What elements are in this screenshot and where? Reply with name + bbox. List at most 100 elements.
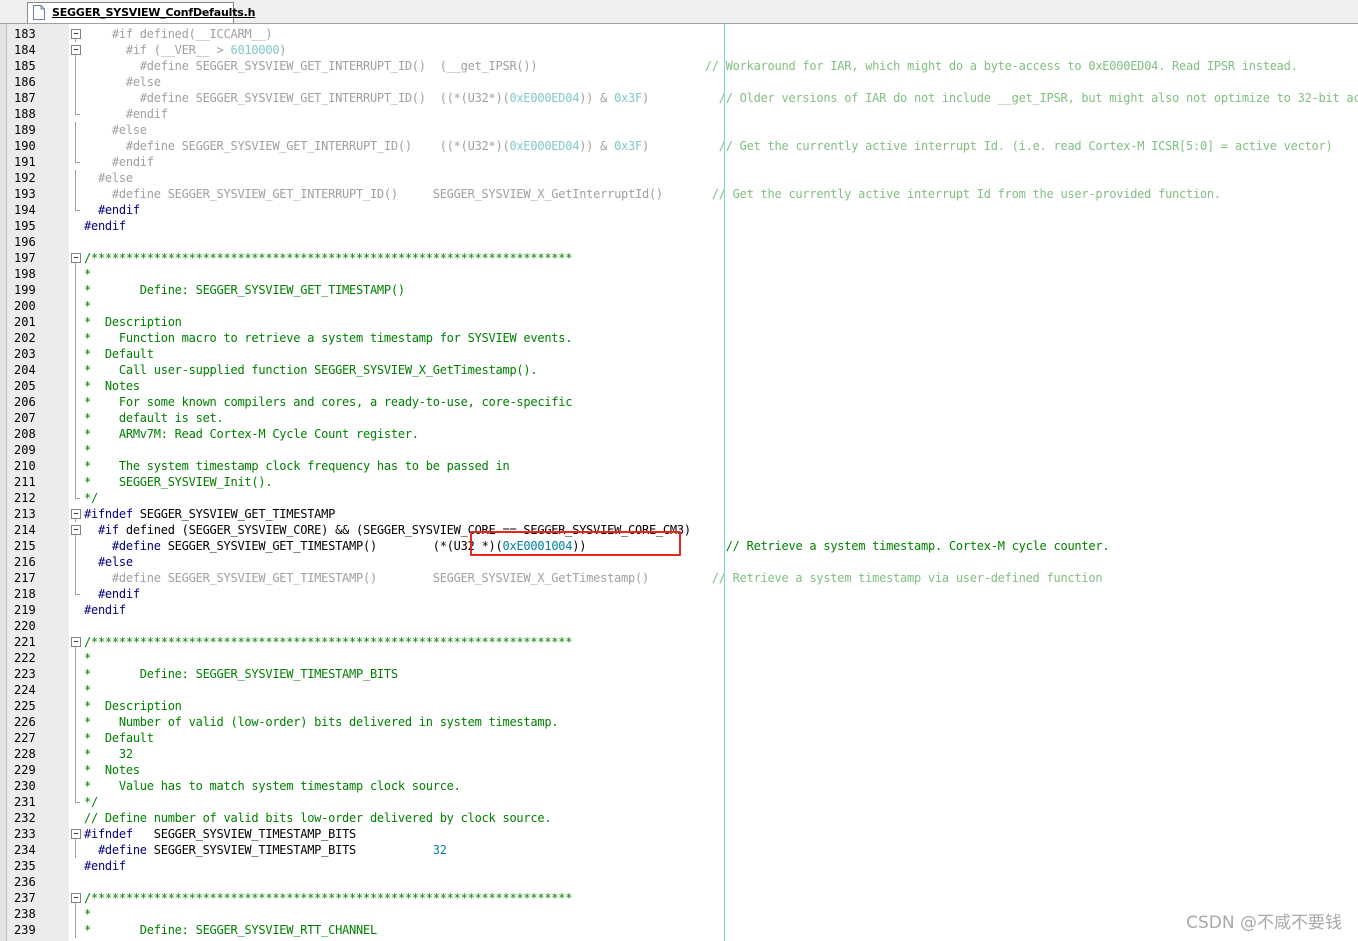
fold-guide	[70, 362, 84, 378]
code-token: // Older versions of IAR do not include …	[718, 91, 1358, 105]
code-line[interactable]: 203 * Default	[0, 346, 1358, 362]
code-line[interactable]: 192 #else	[0, 170, 1358, 186]
code-line[interactable]: 186 #else	[0, 74, 1358, 90]
code-line[interactable]: 231 */	[0, 794, 1358, 810]
code-line[interactable]: 184 #if (__VER__ > 6010000)	[0, 42, 1358, 58]
code-line[interactable]: 238 *	[0, 906, 1358, 922]
code-line[interactable]: 225 * Description	[0, 698, 1358, 714]
code-token: #endif	[84, 859, 126, 873]
code-line[interactable]: 219 #endif	[0, 602, 1358, 618]
code-token: 6010000	[230, 43, 280, 57]
code-text: * Function macro to retrieve a system ti…	[84, 330, 572, 346]
code-line[interactable]: 228 * 32	[0, 746, 1358, 762]
line-number: 221	[14, 635, 36, 649]
code-line[interactable]: 236	[0, 874, 1358, 890]
code-token: 32	[432, 843, 447, 857]
fold-guide	[70, 202, 84, 218]
code-line[interactable]: 193 #define SEGGER_SYSVIEW_GET_INTERRUPT…	[0, 186, 1358, 202]
code-line[interactable]: 222 *	[0, 650, 1358, 666]
file-tab[interactable]: SEGGER_SYSVIEW_ConfDefaults.h	[27, 2, 255, 23]
code-text: #ifndef SEGGER_SYSVIEW_GET_TIMESTAMP	[84, 506, 335, 522]
code-line[interactable]: 185 #define SEGGER_SYSVIEW_GET_INTERRUPT…	[0, 58, 1358, 74]
code-line[interactable]: 189 #else	[0, 122, 1358, 138]
fold-toggle-icon[interactable]	[70, 826, 84, 842]
fold-toggle-icon[interactable]	[70, 506, 84, 522]
code-line[interactable]: 206 * For some known compilers and cores,…	[0, 394, 1358, 410]
code-line[interactable]: 212 */	[0, 490, 1358, 506]
code-line[interactable]: 196	[0, 234, 1358, 250]
code-line[interactable]: 208 * ARMv7M: Read Cortex-M Cycle Count r…	[0, 426, 1358, 442]
fold-toggle-icon[interactable]	[70, 890, 84, 906]
line-number: 239	[14, 923, 36, 937]
code-line[interactable]: 230 * Value has to match system timestamp…	[0, 778, 1358, 794]
code-line[interactable]: 229 * Notes	[0, 762, 1358, 778]
code-token: *	[84, 651, 91, 665]
code-line[interactable]: 204 * Call user-supplied function SEGGER_…	[0, 362, 1358, 378]
code-line[interactable]: 216 #else	[0, 554, 1358, 570]
code-line[interactable]: 224 *	[0, 682, 1358, 698]
code-line[interactable]: 237 /************************************…	[0, 890, 1358, 906]
code-line[interactable]: 188 #endif	[0, 106, 1358, 122]
code-line[interactable]: 201 * Description	[0, 314, 1358, 330]
code-line[interactable]: 227 * Default	[0, 730, 1358, 746]
code-line[interactable]: 191 #endif	[0, 154, 1358, 170]
code-line[interactable]: 199 * Define: SEGGER_SYSVIEW_GET_TIMESTAM…	[0, 282, 1358, 298]
code-line[interactable]: 194 #endif	[0, 202, 1358, 218]
code-line[interactable]: 239 * Define: SEGGER_SYSVIEW_RTT_CHANNEL	[0, 922, 1358, 938]
code-line[interactable]: 217 #define SEGGER_SYSVIEW_GET_TIMESTAMP…	[0, 570, 1358, 586]
code-token: #if (__VER__ >	[84, 43, 231, 57]
fold-guide	[70, 330, 84, 346]
line-number: 219	[14, 603, 36, 617]
fold-guide	[70, 218, 84, 234]
code-token: * For some known compilers and cores, a …	[84, 395, 573, 409]
code-line[interactable]: 209 *	[0, 442, 1358, 458]
code-editor[interactable]: 183 #if defined(__ICCARM__) 184 #if (__VE…	[0, 24, 1358, 941]
code-text: #ifndef SEGGER_SYSVIEW_TIMESTAMP_BITS	[84, 826, 356, 842]
fold-toggle-icon[interactable]	[70, 26, 84, 42]
code-line[interactable]: 207 * default is set.	[0, 410, 1358, 426]
fold-toggle-icon[interactable]	[70, 42, 84, 58]
code-line[interactable]: 232 // Define number of valid bits low-or…	[0, 810, 1358, 826]
code-line[interactable]: 205 * Notes	[0, 378, 1358, 394]
code-line[interactable]: 234 #define SEGGER_SYSVIEW_TIMESTAMP_BIT…	[0, 842, 1358, 858]
fold-guide	[70, 474, 84, 490]
fold-toggle-icon[interactable]	[70, 250, 84, 266]
tab-bar: SEGGER_SYSVIEW_ConfDefaults.h	[0, 0, 1358, 24]
code-line[interactable]: 197 /************************************…	[0, 250, 1358, 266]
code-line[interactable]: 226 * Number of valid (low-order) bits de…	[0, 714, 1358, 730]
line-number: 212	[14, 491, 36, 505]
fold-guide	[70, 666, 84, 682]
code-token: *	[84, 443, 91, 457]
code-line[interactable]: 235 #endif	[0, 858, 1358, 874]
fold-toggle-icon[interactable]	[70, 522, 84, 538]
code-text: * Notes	[84, 378, 140, 394]
code-line[interactable]: 210 * The system timestamp clock frequenc…	[0, 458, 1358, 474]
code-line[interactable]: 220	[0, 618, 1358, 634]
code-line[interactable]: 218 #endif	[0, 586, 1358, 602]
code-line[interactable]: 187 #define SEGGER_SYSVIEW_GET_INTERRUPT…	[0, 90, 1358, 106]
code-token: #else	[84, 171, 133, 185]
code-token: 0xE000ED04	[509, 139, 580, 153]
code-line[interactable]: 190 #define SEGGER_SYSVIEW_GET_INTERRUPT…	[0, 138, 1358, 154]
code-line[interactable]: 233 #ifndef SEGGER_SYSVIEW_TIMESTAMP_BITS	[0, 826, 1358, 842]
code-text: #if defined(__ICCARM__)	[84, 26, 273, 42]
code-line[interactable]: 211 * SEGGER_SYSVIEW_Init().	[0, 474, 1358, 490]
code-line[interactable]: 183 #if defined(__ICCARM__)	[0, 26, 1358, 42]
fold-guide	[70, 810, 84, 826]
code-text: * Define: SEGGER_SYSVIEW_GET_TIMESTAMP()	[84, 282, 405, 298]
code-line[interactable]: 223 * Define: SEGGER_SYSVIEW_TIMESTAMP_BI…	[0, 666, 1358, 682]
line-number: 216	[14, 555, 36, 569]
code-line[interactable]: 200 *	[0, 298, 1358, 314]
fold-toggle-icon[interactable]	[70, 634, 84, 650]
code-line[interactable]: 195 #endif	[0, 218, 1358, 234]
line-number: 201	[14, 315, 36, 329]
code-token: #define	[84, 843, 147, 857]
code-token: * 32	[84, 747, 133, 761]
code-line[interactable]: 202 * Function macro to retrieve a system…	[0, 330, 1358, 346]
code-token: #endif	[84, 219, 126, 233]
code-line[interactable]: 221 /************************************…	[0, 634, 1358, 650]
code-token: #endif	[84, 107, 168, 121]
code-line[interactable]: 198 *	[0, 266, 1358, 282]
code-token: SEGGER_SYSVIEW_GET_TIMESTAMP() (*(U32 *)…	[160, 539, 503, 553]
code-line[interactable]: 213 #ifndef SEGGER_SYSVIEW_GET_TIMESTAMP	[0, 506, 1358, 522]
